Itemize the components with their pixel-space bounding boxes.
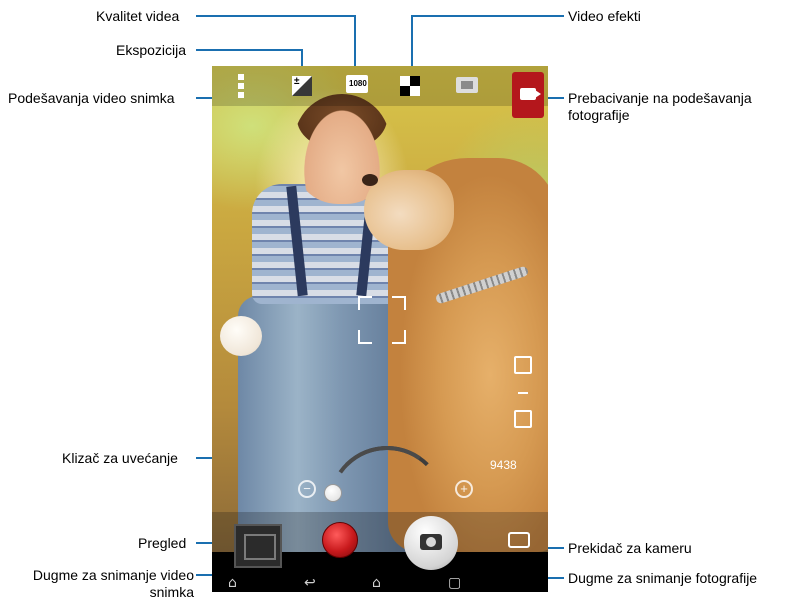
zoom-in-icon[interactable]: + — [455, 480, 473, 498]
switch-camera-icon — [508, 532, 530, 548]
label-video-settings: Podešavanja video snimka — [8, 90, 175, 106]
label-camera-switch: Prekidač za kameru — [568, 540, 692, 556]
camera-top-bar: ± 1080 — [212, 66, 548, 118]
recent-apps-icon[interactable]: ▢ — [448, 574, 461, 592]
mode-mini-icon[interactable] — [514, 410, 532, 428]
review-thumbnail[interactable] — [234, 524, 282, 568]
video-quality-icon[interactable]: 1080 — [346, 75, 368, 93]
video-effects-icon[interactable] — [400, 76, 420, 96]
zoom-slider-knob[interactable] — [324, 484, 342, 502]
label-review: Pregled — [138, 535, 187, 551]
home-icon[interactable]: ⌂ — [372, 574, 381, 592]
exposure-badge: ± — [294, 76, 300, 87]
menu-icon[interactable]: ⌂ — [228, 574, 237, 592]
exposure-icon[interactable]: ± — [292, 76, 312, 96]
label-video-quality: Kvalitet videa — [96, 8, 180, 24]
record-video-button[interactable] — [322, 522, 358, 558]
subject-dog-nose — [362, 174, 378, 186]
quality-mini-icon[interactable] — [514, 356, 532, 374]
label-video-effects: Video efekti — [568, 8, 641, 24]
label-exposure: Ekspozicija — [116, 42, 187, 58]
side-divider — [518, 392, 528, 394]
zoom-out-icon[interactable]: − — [298, 480, 316, 498]
camera-screen: ± 1080 9438 − + ⌂ ↩ ⌂ ▢ — [212, 66, 548, 592]
label-zoom-slider: Klizač za uvećanje — [62, 450, 178, 466]
subject-egg — [220, 316, 262, 356]
photo-settings-switch-button[interactable] — [512, 72, 544, 118]
capture-photo-button[interactable] — [404, 516, 458, 570]
photo-mode-icon — [520, 88, 541, 100]
camera-switch-button[interactable] — [504, 528, 532, 550]
quality-badge: 1080 — [349, 79, 367, 88]
label-switch-photo-settings: Prebacivanje na podešavanja fotografije — [568, 90, 752, 123]
label-photo-button: Dugme za snimanje fotografije — [568, 570, 758, 586]
system-nav-bar: ⌂ ↩ ⌂ ▢ — [212, 574, 548, 592]
back-icon[interactable]: ↩ — [304, 574, 316, 592]
gallery-icon — [244, 534, 276, 560]
remaining-counter: 9438 — [490, 458, 517, 472]
focus-frame — [358, 296, 406, 344]
camera-icon — [420, 534, 442, 550]
label-record-video-button: Dugme za snimanje video snimka — [32, 567, 194, 600]
settings-icon[interactable] — [238, 74, 244, 98]
film-icon[interactable] — [456, 77, 478, 93]
